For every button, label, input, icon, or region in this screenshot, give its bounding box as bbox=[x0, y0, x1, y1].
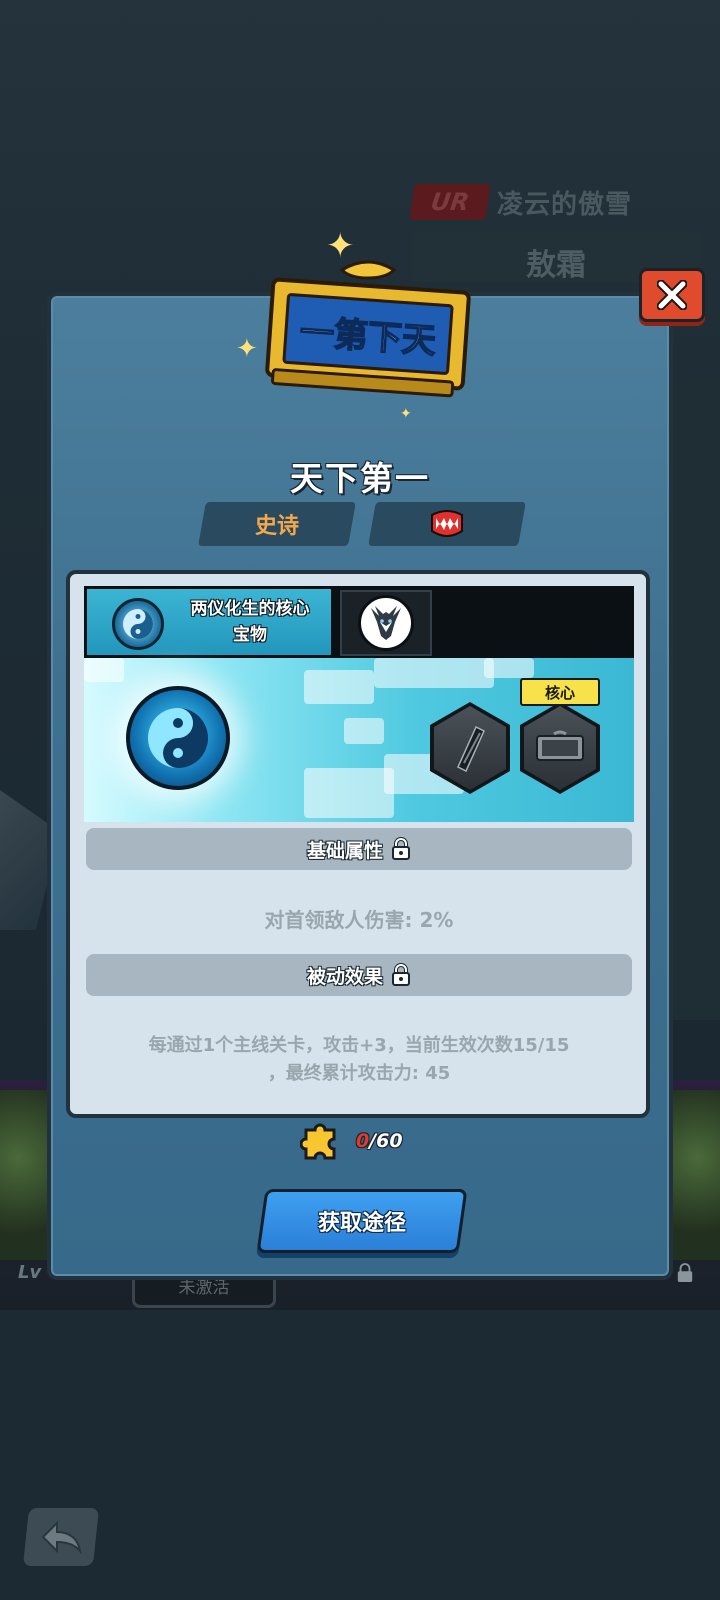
passive-effect-text: 每通过1个主线关卡，攻击+3，当前生效次数15/15 ，最终累计攻击力: 45 bbox=[86, 1032, 632, 1088]
close-button[interactable] bbox=[639, 268, 705, 322]
fragment-current: 0 bbox=[356, 1130, 370, 1152]
sparkle-icon: ✦ bbox=[326, 226, 355, 266]
tab-dragon[interactable] bbox=[340, 590, 432, 656]
white-dragon-icon bbox=[358, 595, 414, 651]
core-treasure-emblem bbox=[126, 686, 230, 790]
close-icon bbox=[657, 280, 687, 310]
basic-attributes-title: 基础属性 bbox=[306, 839, 383, 862]
hero-name: 敖霜 bbox=[526, 248, 586, 283]
passive-effect-title: 被动效果 bbox=[306, 965, 383, 988]
treasure-plaque-image: 一第下天 bbox=[262, 256, 474, 406]
monster-mouth-icon bbox=[431, 510, 463, 537]
rarity-tag: 史诗 bbox=[198, 502, 356, 546]
level-label: Lv bbox=[18, 1262, 42, 1283]
core-badge: 核心 bbox=[520, 678, 600, 706]
hero-title: 凌云的傲雪 bbox=[497, 190, 633, 220]
back-button[interactable] bbox=[22, 1508, 100, 1566]
back-arrow-icon bbox=[41, 1520, 82, 1555]
faction-tag bbox=[368, 502, 526, 546]
bottom-area bbox=[0, 1310, 720, 1600]
obtain-source-button[interactable]: 获取途径 bbox=[256, 1189, 468, 1253]
basic-attribute-value: 对首领敌人伤害: 2% bbox=[264, 908, 454, 932]
passive-effect-header: 被动效果 bbox=[86, 954, 632, 996]
sparkle-icon: ✦ bbox=[236, 334, 258, 364]
tab-label-line2: 宝物 bbox=[233, 625, 267, 645]
passive-effect-line2: ，最终累计攻击力: 45 bbox=[267, 1063, 451, 1084]
rarity-label: 史诗 bbox=[254, 514, 299, 539]
lock-icon bbox=[392, 837, 410, 860]
puzzle-piece-icon bbox=[299, 1120, 342, 1166]
fragment-total: /60 bbox=[369, 1130, 403, 1152]
obtain-source-label: 获取途径 bbox=[317, 1211, 406, 1236]
tab-label-line1: 两仪化生的核心 bbox=[190, 599, 310, 619]
scroll-icon bbox=[457, 725, 485, 773]
fragment-progress: 0/60 bbox=[356, 1130, 403, 1152]
plaque-icon bbox=[536, 730, 584, 761]
sparkle-icon: ✦ bbox=[400, 406, 412, 422]
tab-core-treasure-label: 两仪化生的核心 宝物 bbox=[172, 596, 328, 648]
basic-attributes-header: 基础属性 bbox=[86, 828, 632, 870]
yin-yang-icon bbox=[112, 598, 164, 650]
hero-rarity-badge: UR bbox=[409, 184, 491, 220]
passive-effect-line1: 每通过1个主线关卡，攻击+3，当前生效次数15/15 bbox=[148, 1035, 570, 1056]
lock-icon bbox=[392, 963, 410, 986]
item-title: 天下第一 bbox=[290, 459, 430, 498]
lock-icon bbox=[676, 1262, 694, 1288]
